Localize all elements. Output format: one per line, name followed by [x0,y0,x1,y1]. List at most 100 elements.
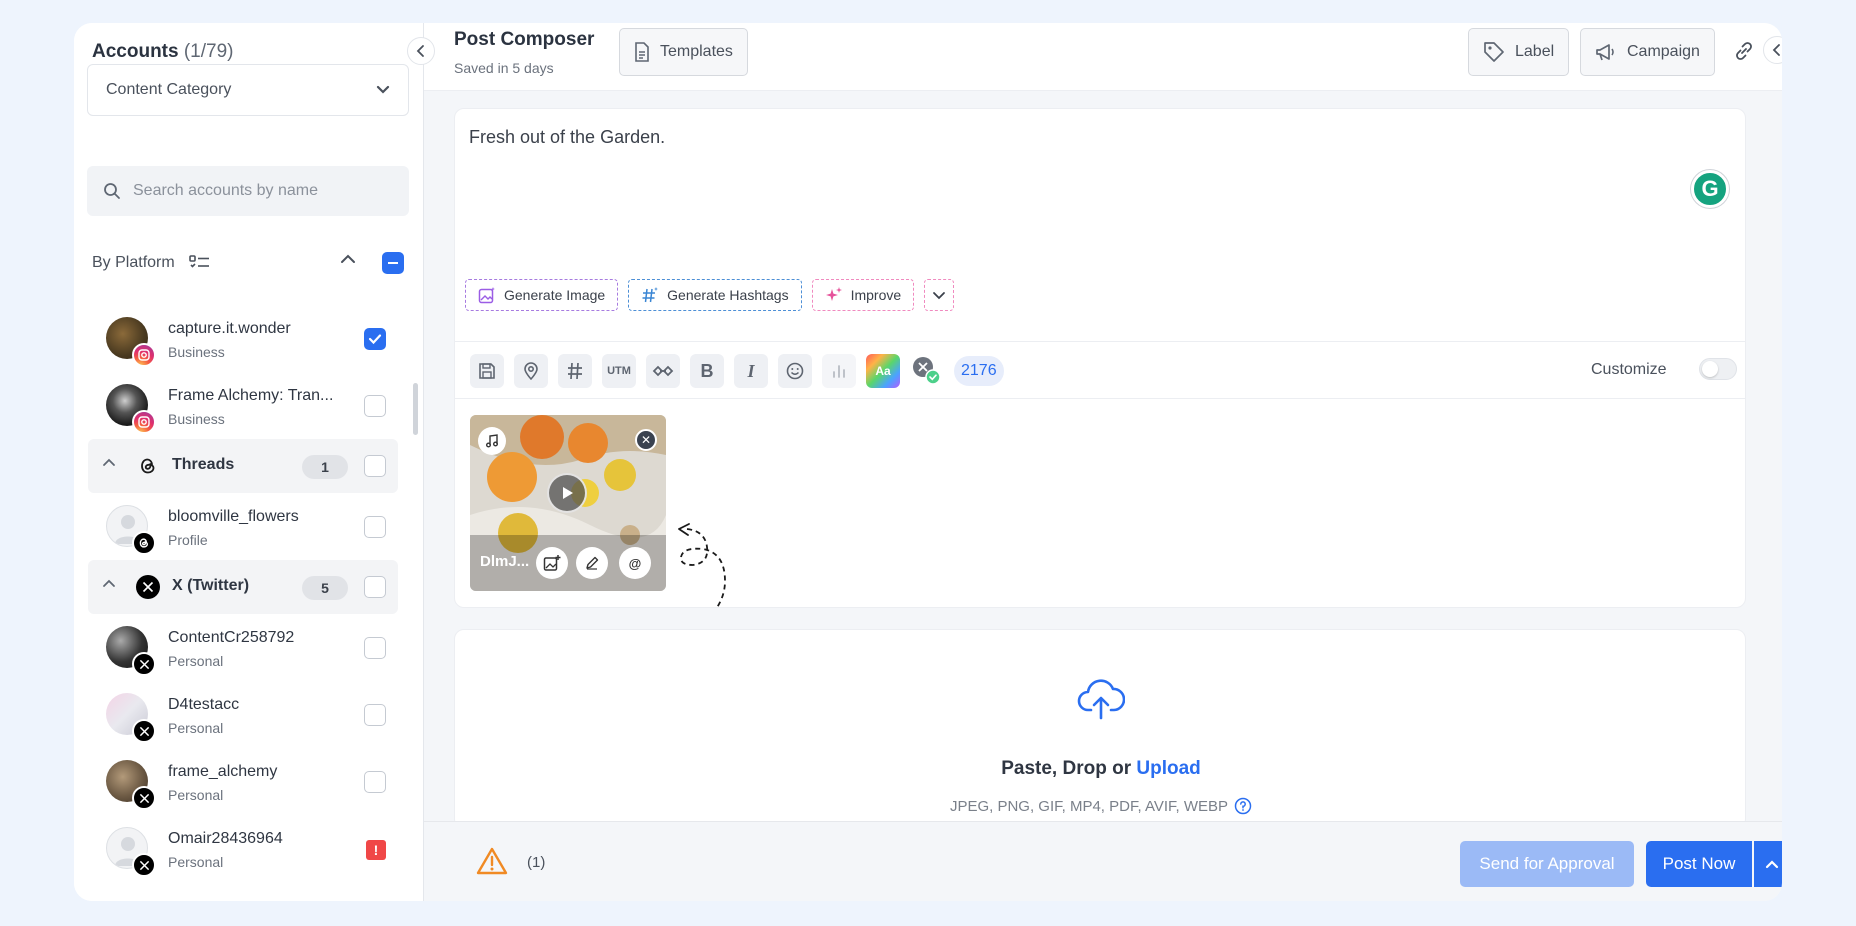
save-icon[interactable] [470,354,504,388]
account-type: Personal [168,720,224,736]
account-item[interactable]: frame_alchemy Personal [74,748,412,815]
grammarly-icon[interactable]: G [1691,170,1729,208]
account-item[interactable]: bloomville_flowers Profile [74,493,412,560]
upload-dropzone[interactable]: Paste, Drop or Upload JPEG, PNG, GIF, MP… [454,629,1746,829]
post-composer: Post Composer Saved in 5 days Templates … [424,23,1782,901]
x-icon [136,575,160,599]
account-item[interactable]: ContentCr258792 Personal [74,614,412,681]
account-checkbox[interactable] [364,516,386,538]
customize-label: Customize [1591,361,1667,378]
account-item[interactable]: Frame Alchemy: Tran... Business [74,372,412,439]
post-now-button[interactable]: Post Now [1646,841,1752,887]
poll-chart-icon[interactable] [822,354,856,388]
account-checkbox[interactable] [364,704,386,726]
bold-icon[interactable]: B [690,354,724,388]
chevron-up-icon[interactable] [102,578,116,588]
sidebar-collapse-button[interactable] [407,37,435,65]
improve-button[interactable]: Improve [811,279,915,311]
improve-label: Improve [850,287,902,303]
mention-icon[interactable]: @ [619,547,651,579]
accounts-sidebar: Accounts (1/79) Content Category By Plat… [74,23,424,901]
remove-media-icon[interactable]: ✕ [635,429,657,451]
account-error-icon[interactable]: ! [366,840,386,860]
italic-icon[interactable]: I [734,354,768,388]
search-input[interactable] [133,182,383,200]
campaign-button[interactable]: Campaign [1580,28,1715,76]
hashtag-icon[interactable] [558,354,592,388]
location-icon[interactable] [514,354,548,388]
group-checkbox[interactable] [364,455,386,477]
composer-header: Post Composer Saved in 5 days Templates … [424,23,1782,91]
account-item[interactable]: capture.it.wonder Business [74,305,412,372]
emoji-icon[interactable] [778,354,812,388]
file-types-text: JPEG, PNG, GIF, MP4, PDF, AVIF, WEBP [949,797,1229,815]
upload-instruction: Paste, Drop or Upload [455,758,1747,780]
help-circle-icon[interactable] [1234,797,1252,815]
account-name: Omair28436964 [168,830,283,847]
chevron-up-icon [1765,860,1779,869]
list-view-icon[interactable] [188,254,211,272]
chevron-left-icon [416,45,424,57]
utm-icon[interactable]: UTM [602,354,636,388]
post-text-input[interactable]: Fresh out of the Garden. [469,127,665,148]
account-checkbox[interactable] [364,637,386,659]
post-editor: Fresh out of the Garden. G Generate Imag… [454,108,1746,608]
composer-footer: (1) Send for Approval Post Now [424,821,1782,901]
upload-prefix: Paste, Drop or [1001,758,1137,779]
character-count: 2176 [954,356,1004,386]
font-style-label: Aa [875,364,891,378]
account-list: capture.it.wonder Business Frame Alchemy… [74,305,412,882]
platform-group-count: 5 [302,576,348,600]
edit-pen-icon[interactable] [576,547,608,579]
account-checkbox[interactable] [364,328,386,350]
warning-icon[interactable] [476,846,508,876]
generate-image-button[interactable]: Generate Image [465,279,619,311]
group-checkbox[interactable] [364,576,386,598]
instagram-icon [132,343,156,367]
customize-toggle[interactable] [1699,358,1737,380]
account-checkbox[interactable] [364,771,386,793]
ai-actions: Generate Image Generate Hashtags Improve [465,279,955,311]
more-ai-options-button[interactable] [924,279,955,311]
sidebar-scrollbar[interactable] [413,383,418,435]
platform-group-threads[interactable]: Threads 1 [88,439,398,493]
content-category-value: Content Category [106,81,232,98]
music-note-icon[interactable] [478,427,506,455]
platform-group-count: 1 [302,455,348,479]
account-type: Profile [168,532,208,548]
font-style-icon[interactable]: Aa [866,354,900,388]
chevron-up-icon[interactable] [102,457,116,467]
x-premium-icon[interactable] [910,354,944,388]
templates-button[interactable]: Templates [619,28,748,76]
utm-label: UTM [607,365,631,377]
generate-hashtags-button[interactable]: Generate Hashtags [628,279,802,311]
label-button[interactable]: Label [1468,28,1570,76]
account-search[interactable] [87,166,409,216]
link-shortener-icon[interactable] [646,354,680,388]
accounts-count: (1/79) [183,41,234,62]
account-name: D4testacc [168,696,240,713]
chevron-up-icon[interactable] [340,254,356,264]
drag-hint-arrow-icon [678,523,726,607]
platform-group-x[interactable]: X (Twitter) 5 [88,560,398,614]
media-thumbnail[interactable]: ✕ DlmJ... @ [470,415,666,591]
link-icon[interactable] [1732,39,1756,63]
account-checkbox[interactable] [364,395,386,417]
account-name: capture.it.wonder [168,320,291,337]
play-icon[interactable] [547,473,587,513]
by-platform-label: By Platform [92,254,175,271]
select-all-checkbox[interactable] [382,252,404,274]
account-item[interactable]: Omair28436964 Personal ! [74,815,412,882]
send-for-approval-button[interactable]: Send for Approval [1460,841,1634,887]
add-image-icon[interactable] [536,547,568,579]
content-category-select[interactable]: Content Category [87,64,409,116]
saved-status: Saved in 5 days [454,60,554,76]
x-icon [132,853,156,877]
upload-link[interactable]: Upload [1136,758,1200,779]
instagram-icon [132,410,156,434]
account-item[interactable]: D4testacc Personal [74,681,412,748]
post-options-button[interactable] [1754,841,1782,887]
account-type: Business [168,411,225,427]
grammarly-letter: G [1701,176,1719,201]
threads-icon [132,531,156,555]
